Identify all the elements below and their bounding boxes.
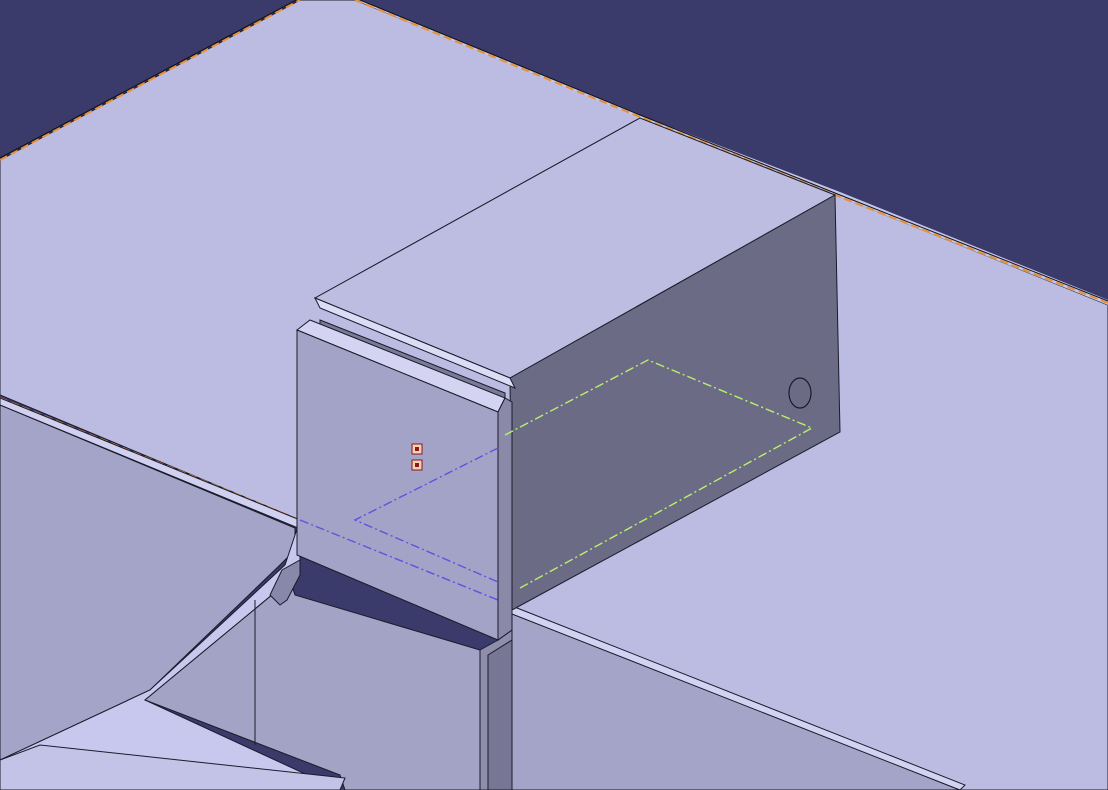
cad-3d-viewport[interactable] [0,0,1108,790]
support-post-side[interactable] [487,639,513,790]
3d-model-canvas[interactable] [0,0,1108,790]
point-marker-1[interactable] [411,443,423,455]
point-marker-2[interactable] [411,459,423,471]
